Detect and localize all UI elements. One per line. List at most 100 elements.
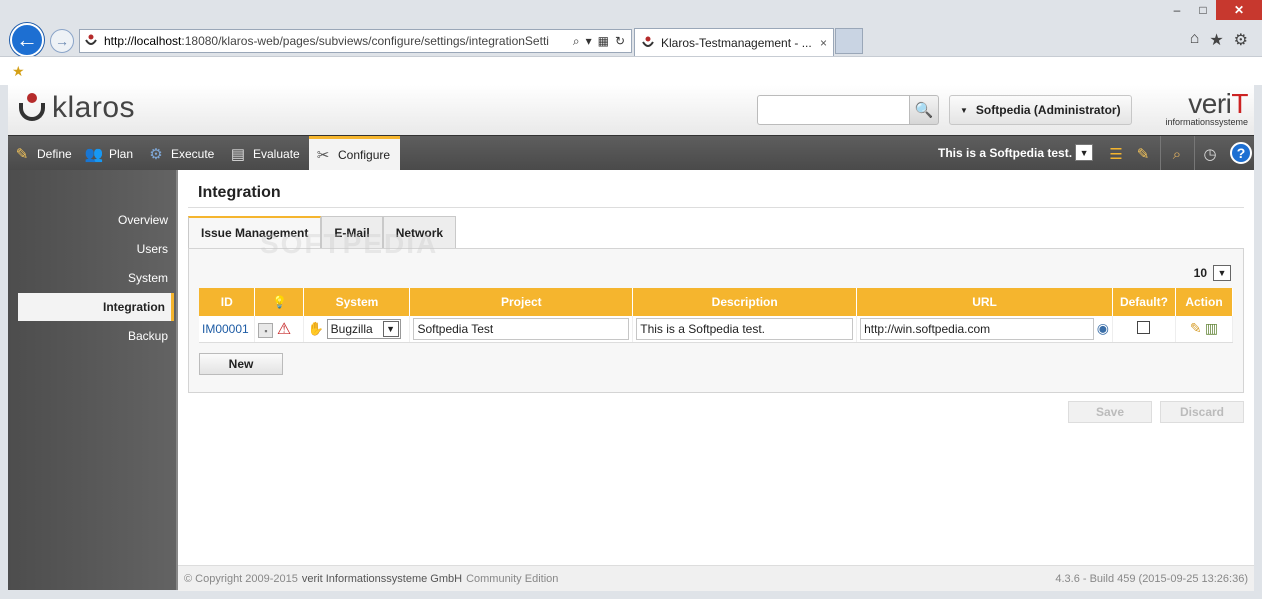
toolbar-separator (1194, 136, 1195, 171)
favorites-bar: ★ (0, 56, 1262, 85)
refresh-icon[interactable]: ↻ (615, 34, 625, 49)
footer-version: 4.3.6 - Build 459 (2015-09-25 13:26:36) (1055, 572, 1248, 585)
tab-close-icon[interactable]: × (820, 36, 827, 50)
toolbar-configure-label: Configure (338, 148, 391, 162)
toolbar-define-label: Define (37, 146, 72, 161)
sidebar-item-backup[interactable]: Backup (128, 329, 168, 343)
arrow-right-icon: → (55, 33, 69, 49)
column-header-action: Action (1175, 288, 1234, 316)
forward-button[interactable]: → (50, 29, 74, 53)
row-project-cell: Softpedia Test (409, 316, 634, 343)
row-system-cell: ✋ Bugzilla ▼ (303, 316, 411, 343)
column-header-status: 💡 (254, 288, 305, 316)
edit-notes-icon[interactable]: ✎ (1132, 143, 1154, 165)
configure-icon: ✂ (316, 147, 330, 164)
test-connection-icon[interactable]: ◉ (1097, 320, 1109, 337)
klaros-logo-icon (18, 93, 46, 123)
save-button[interactable]: Save (1068, 401, 1152, 423)
chevron-down-icon: ▼ (1213, 265, 1231, 281)
user-label: Softpedia (Administrator) (975, 103, 1121, 117)
column-header-url[interactable]: URL (856, 288, 1113, 316)
logo-text: klaros (52, 91, 136, 124)
window-controls: – □ ✕ (1164, 0, 1262, 20)
compat-view-icon[interactable]: ▦ (598, 34, 609, 49)
database-icon[interactable]: ☰ (1105, 143, 1127, 165)
user-menu-button[interactable]: ▼ Softpedia (Administrator) (949, 95, 1132, 125)
toolbar-define[interactable]: ✎ Define (12, 136, 72, 171)
default-checkbox[interactable] (1137, 320, 1151, 334)
maximize-button[interactable]: □ (1190, 0, 1216, 20)
column-header-default[interactable]: Default? (1112, 288, 1176, 316)
clock-document-icon[interactable]: ◷ (1199, 143, 1221, 165)
toolbar-separator (1160, 136, 1161, 171)
bugzilla-icon: ✋ (307, 320, 324, 336)
main-toolbar: ✎ Define 👥 Plan ⚙ Execute ▤ Evaluate ✂ C… (8, 135, 1254, 171)
warning-icon: ⚠ (276, 320, 292, 338)
toolbar-evaluate-label: Evaluate (253, 146, 300, 161)
footer: © Copyright 2009-2015 verit Informations… (178, 565, 1254, 591)
column-header-id[interactable]: ID (199, 288, 256, 316)
table-header-row: ID 💡 System Project Description URL Defa… (199, 288, 1234, 316)
project-input[interactable]: Softpedia Test (413, 317, 630, 340)
chevron-down-icon: ▼ (382, 320, 399, 337)
sidebar-item-system[interactable]: System (128, 271, 168, 285)
toolbar-configure[interactable]: ✂ Configure (309, 136, 400, 171)
address-bar[interactable]: http://localhost:18080/klaros-web/pages/… (79, 29, 632, 53)
sidebar-item-users[interactable]: Users (137, 242, 168, 256)
magnifier-icon: 🔍 (914, 102, 934, 119)
add-favorite-icon[interactable]: ★ (12, 63, 25, 80)
help-button[interactable]: ? (1230, 142, 1252, 164)
table-row: IM00001 ▪ ⚠ ✋ Bugzilla ▼ Softpedia Test … (199, 316, 1234, 343)
description-input[interactable]: This is a Softpedia test. (636, 317, 854, 340)
site-favicon-icon (84, 34, 98, 48)
url-host: http://localhost (104, 34, 182, 48)
footer-copyright: © Copyright 2009-2015 (184, 572, 298, 585)
toolbar-plan[interactable]: 👥 Plan (84, 136, 133, 171)
chevron-down-icon: ▼ (1075, 144, 1094, 161)
toolbar-execute[interactable]: ⚙ Execute (146, 136, 214, 171)
back-button[interactable]: ← (10, 23, 44, 57)
new-tab-button[interactable] (835, 28, 863, 54)
dropdown-icon[interactable]: ▾ (586, 34, 592, 49)
project-select[interactable]: This is a Softpedia test. ▼ (938, 144, 1094, 161)
row-description-cell: This is a Softpedia test. (632, 316, 858, 343)
row-id-link[interactable]: IM00001 (199, 316, 256, 343)
toolbar-execute-label: Execute (171, 146, 215, 161)
toolbar-evaluate[interactable]: ▤ Evaluate (228, 136, 300, 171)
sidebar-item-overview[interactable]: Overview (118, 213, 168, 227)
row-action-cell: ✎ ▥ (1175, 316, 1234, 343)
favorites-star-icon[interactable]: ★ (1209, 30, 1223, 50)
discard-button[interactable]: Discard (1160, 401, 1244, 423)
klaros-logo[interactable]: klaros (18, 91, 135, 125)
column-header-project[interactable]: Project (409, 288, 634, 316)
execute-icon: ⚙ (149, 145, 163, 163)
minimize-button[interactable]: – (1164, 0, 1190, 20)
column-header-system[interactable]: System (303, 288, 411, 316)
edit-icon[interactable]: ✎ (1190, 320, 1202, 336)
search-input[interactable] (757, 95, 910, 125)
brand-bottom: informationssysteme (1165, 117, 1248, 127)
settings-gear-icon[interactable]: ⚙ (1234, 30, 1248, 50)
sidebar-item-integration[interactable]: Integration (18, 293, 174, 321)
search-icon[interactable]: ⌕ (573, 34, 580, 49)
help-icon: ? (1236, 145, 1246, 161)
bug-search-icon[interactable]: ⌕ (1166, 143, 1188, 165)
delete-icon[interactable]: ▥ (1205, 320, 1218, 336)
url-path: :18080/klaros-web/pages/subviews/configu… (181, 34, 549, 48)
column-header-description[interactable]: Description (632, 288, 858, 316)
issue-tracker-table: ID 💡 System Project Description URL Defa… (199, 288, 1234, 343)
issue-management-panel: 10 ▼ ID 💡 System Project Description URL… (188, 248, 1244, 393)
evaluate-icon: ▤ (230, 145, 246, 163)
search-button[interactable]: 🔍 (909, 95, 939, 125)
home-icon[interactable]: ⌂ (1190, 30, 1200, 50)
url-input[interactable]: http://win.softpedia.com (860, 317, 1094, 340)
page-size-value: 10 (1193, 266, 1207, 280)
new-button[interactable]: New (199, 353, 283, 375)
system-select-value: Bugzilla (330, 321, 373, 336)
lock-icon: ▪ (258, 323, 274, 339)
caret-down-icon: ▼ (960, 105, 968, 115)
page-size-select[interactable]: 10 ▼ (1194, 265, 1231, 281)
browser-tab[interactable]: Klaros-Testmanagement - ... × (634, 28, 834, 56)
system-select[interactable]: Bugzilla ▼ (326, 318, 401, 339)
close-window-button[interactable]: ✕ (1216, 0, 1262, 20)
